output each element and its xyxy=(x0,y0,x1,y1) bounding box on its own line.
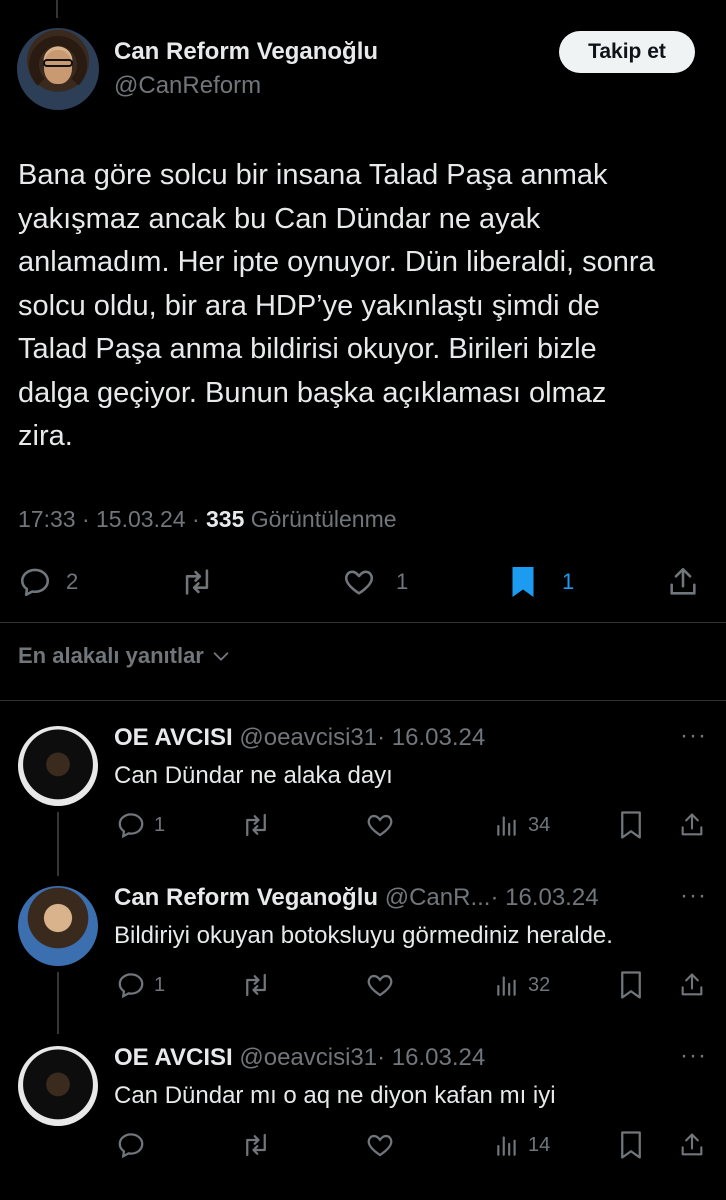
views-count: 34 xyxy=(528,813,551,836)
reply-date: · 16.03.24 xyxy=(377,724,486,751)
reply-author[interactable]: Can Reform Veganoğlu @CanR...· 16.03.24 xyxy=(114,884,599,912)
reply-date: · 16.03.24 xyxy=(490,884,599,911)
avatar[interactable] xyxy=(18,726,98,806)
retweet-icon xyxy=(246,973,266,997)
retweet-button[interactable] xyxy=(240,970,272,1000)
like-button[interactable] xyxy=(365,1130,395,1160)
reply-button[interactable] xyxy=(116,1130,154,1160)
reply-author-handle: @CanR... xyxy=(384,884,491,911)
sort-replies-dropdown[interactable]: En alakalı yanıtlar xyxy=(18,643,232,669)
share-button[interactable] xyxy=(678,1130,706,1160)
bookmark-button[interactable]: 1 xyxy=(508,560,574,604)
avatar[interactable] xyxy=(17,28,99,110)
views-count: 32 xyxy=(528,973,551,996)
views-count: 335 xyxy=(206,506,245,532)
share-button[interactable] xyxy=(666,560,700,604)
bookmark-icon xyxy=(621,811,641,839)
avatar-glasses xyxy=(43,59,73,67)
chevron-down-icon xyxy=(213,652,229,661)
bookmark-icon xyxy=(621,971,641,999)
reply-button[interactable]: 1 xyxy=(116,810,165,840)
share-button[interactable] xyxy=(678,970,706,1000)
bookmark-button[interactable] xyxy=(618,1130,644,1160)
share-icon xyxy=(681,973,703,996)
like-button[interactable] xyxy=(365,810,395,840)
reply-author-handle: @oeavcisi31 xyxy=(239,724,378,751)
share-button[interactable] xyxy=(678,810,706,840)
reply-text: Bildiriyi okuyan botoksluyu görmediniz h… xyxy=(114,922,613,949)
heart-icon xyxy=(367,974,393,997)
retweet-button[interactable] xyxy=(240,810,272,840)
reply-text: Can Dündar ne alaka dayı xyxy=(114,762,393,789)
retweet-button[interactable] xyxy=(240,1130,272,1160)
share-icon xyxy=(681,1133,703,1156)
retweet-icon xyxy=(246,813,266,837)
reply-author-name: OE AVCISI xyxy=(114,1044,233,1071)
meta-dot: · xyxy=(81,506,97,532)
analytics-icon xyxy=(497,816,516,836)
follow-button[interactable]: Takip et xyxy=(559,31,695,73)
thread-line xyxy=(57,972,59,1034)
meta-dot: · xyxy=(191,506,206,532)
reply-text: Can Dündar mı o aq ne diyon kafan mı iyi xyxy=(114,1082,556,1109)
tweet-meta: 17:33 · 15.03.24 · 335 Görüntülenme xyxy=(18,506,397,533)
views-count: 14 xyxy=(528,1133,551,1156)
views-button[interactable]: 32 xyxy=(494,970,550,1000)
heart-icon xyxy=(367,814,393,837)
reply-author[interactable]: OE AVCISI @oeavcisi31· 16.03.24 xyxy=(114,724,485,752)
share-icon xyxy=(681,813,703,836)
reply-icon xyxy=(118,813,144,839)
reply-icon xyxy=(118,973,144,999)
reply-count: 2 xyxy=(66,569,79,594)
reply-icon xyxy=(20,568,50,597)
retweet-icon xyxy=(246,1133,266,1157)
reply-author-name: Can Reform Veganoğlu xyxy=(114,884,379,911)
like-button[interactable] xyxy=(365,970,395,1000)
reply-author[interactable]: OE AVCISI @oeavcisi31· 16.03.24 xyxy=(114,1044,485,1072)
reply-count: 1 xyxy=(154,973,166,996)
divider xyxy=(0,700,726,701)
retweet-button[interactable] xyxy=(178,560,216,604)
reply-date: · 16.03.24 xyxy=(377,1044,486,1071)
reply-button[interactable]: 1 xyxy=(116,970,165,1000)
analytics-icon xyxy=(497,976,516,996)
tweet-time[interactable]: 17:33 xyxy=(18,506,76,532)
reply-button[interactable]: 2 xyxy=(18,560,78,604)
author-handle[interactable]: @CanReform xyxy=(114,72,261,100)
bookmark-icon xyxy=(621,1131,641,1159)
views-label: Görüntülenme xyxy=(250,506,397,532)
avatar[interactable] xyxy=(18,886,98,966)
like-button[interactable]: 1 xyxy=(342,560,408,604)
divider xyxy=(0,622,726,623)
author-name[interactable]: Can Reform Veganoğlu xyxy=(114,38,378,66)
thread-line xyxy=(57,812,59,876)
avatar-face xyxy=(44,50,72,84)
heart-icon xyxy=(367,1134,393,1157)
tweet-text: Bana göre solcu bir insana Talad Paşa an… xyxy=(18,159,655,452)
views-button[interactable]: 14 xyxy=(494,1130,550,1160)
thread-line-top xyxy=(56,0,58,18)
bookmark-button[interactable] xyxy=(618,970,644,1000)
more-options-icon[interactable]: ··· xyxy=(680,1042,707,1070)
reply-author-name: OE AVCISI xyxy=(114,724,233,751)
sort-label: En alakalı yanıtlar xyxy=(18,643,204,668)
tweet-date[interactable]: 15.03.24 xyxy=(96,506,186,532)
views-button[interactable]: 34 xyxy=(494,810,550,840)
share-icon xyxy=(670,567,696,595)
bookmark-count: 1 xyxy=(562,569,575,594)
reply-count: 1 xyxy=(154,813,166,836)
reply-author-handle: @oeavcisi31 xyxy=(239,1044,378,1071)
heart-icon xyxy=(344,570,374,595)
analytics-icon xyxy=(497,1136,516,1156)
like-count: 1 xyxy=(396,569,409,594)
reply-icon xyxy=(118,1133,144,1159)
more-options-icon[interactable]: ··· xyxy=(680,882,707,910)
retweet-icon xyxy=(185,569,209,595)
avatar[interactable] xyxy=(18,1046,98,1126)
more-options-icon[interactable]: ··· xyxy=(680,722,707,750)
bookmark-filled-icon xyxy=(512,567,534,597)
bookmark-button[interactable] xyxy=(618,810,644,840)
